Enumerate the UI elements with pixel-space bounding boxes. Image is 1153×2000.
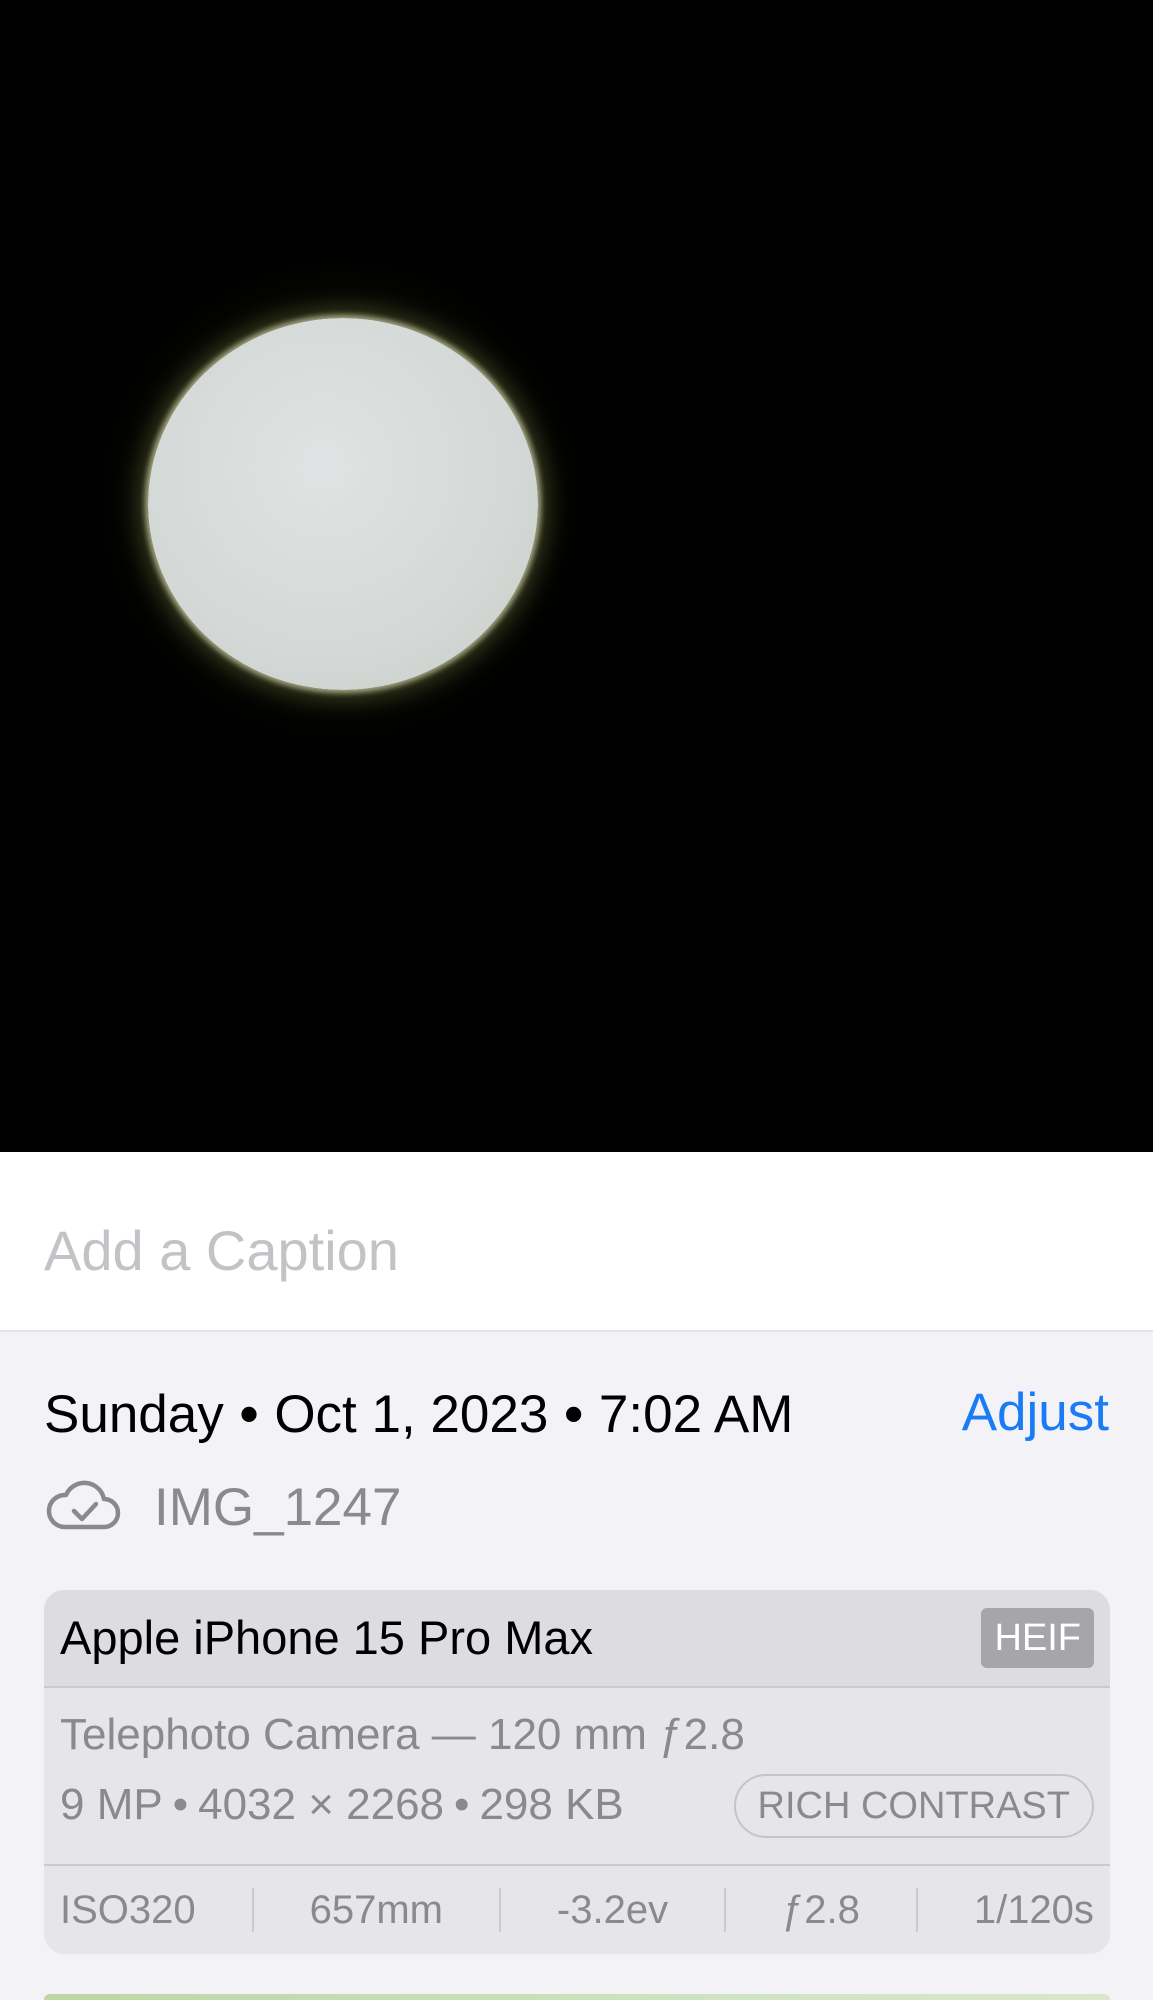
date-separator: • — [239, 1385, 259, 1444]
adjust-date-button[interactable]: Adjust — [962, 1382, 1109, 1443]
specs-separator: • — [454, 1780, 470, 1829]
photographic-style-badge: RICH CONTRAST — [733, 1774, 1094, 1838]
date-time-label: Sunday • Oct 1, 2023 • 7:02 AM — [44, 1384, 793, 1445]
exif-row: ISO320 657mm -3.2ev ƒ2.8 1/120s — [44, 1866, 1110, 1954]
exif-divider — [915, 1888, 918, 1932]
file-row: IMG_1247 — [44, 1472, 401, 1542]
aperture-value: ƒ2.8 — [782, 1887, 860, 1932]
megapixels-label: 9 MP — [60, 1780, 163, 1829]
file-size-label: 298 KB — [479, 1780, 624, 1829]
focal-length-value: 657mm — [309, 1887, 443, 1932]
map-preview-edge[interactable] — [44, 1994, 1110, 2000]
photo-viewer[interactable] — [0, 0, 1153, 1152]
day-label: Sunday — [44, 1385, 224, 1444]
exif-divider — [724, 1888, 727, 1932]
image-specs: 9 MP • 4032 × 2268 • 298 KB — [60, 1780, 624, 1830]
device-name: Apple iPhone 15 Pro Max — [60, 1611, 593, 1664]
iso-value: ISO320 — [60, 1887, 196, 1932]
camera-card-header: Apple iPhone 15 Pro Max HEIF — [44, 1590, 1110, 1688]
exif-divider — [498, 1888, 501, 1932]
specs-separator: • — [172, 1780, 189, 1829]
camera-card-body: Telephoto Camera — 120 mm ƒ2.8 9 MP • 4032… — [44, 1688, 1110, 1866]
time-label: 7:02 AM — [598, 1385, 794, 1444]
lens-info: Telephoto Camera — 120 mm ƒ2.8 — [60, 1710, 745, 1759]
cloud-checkmark-icon — [46, 1480, 121, 1530]
caption-input[interactable] — [44, 1210, 1104, 1290]
time-separator: • — [564, 1385, 583, 1444]
moon-image — [148, 318, 538, 690]
photo-info-panel: Sunday • Oct 1, 2023 • 7:02 AM Adjust IMG_12… — [0, 1332, 1153, 2000]
caption-area — [0, 1152, 1153, 1332]
camera-info-card: Apple iPhone 15 Pro Max HEIF Telephoto C… — [44, 1590, 1110, 1954]
resolution-label: 4032 × 2268 — [198, 1780, 445, 1829]
shutter-speed-value: 1/120s — [973, 1887, 1094, 1932]
exif-divider — [251, 1888, 254, 1932]
filename-label: IMG_1247 — [154, 1477, 402, 1537]
date-label: Oct 1, 2023 — [274, 1385, 549, 1444]
format-badge: HEIF — [981, 1608, 1094, 1668]
exposure-value: -3.2ev — [556, 1887, 669, 1932]
